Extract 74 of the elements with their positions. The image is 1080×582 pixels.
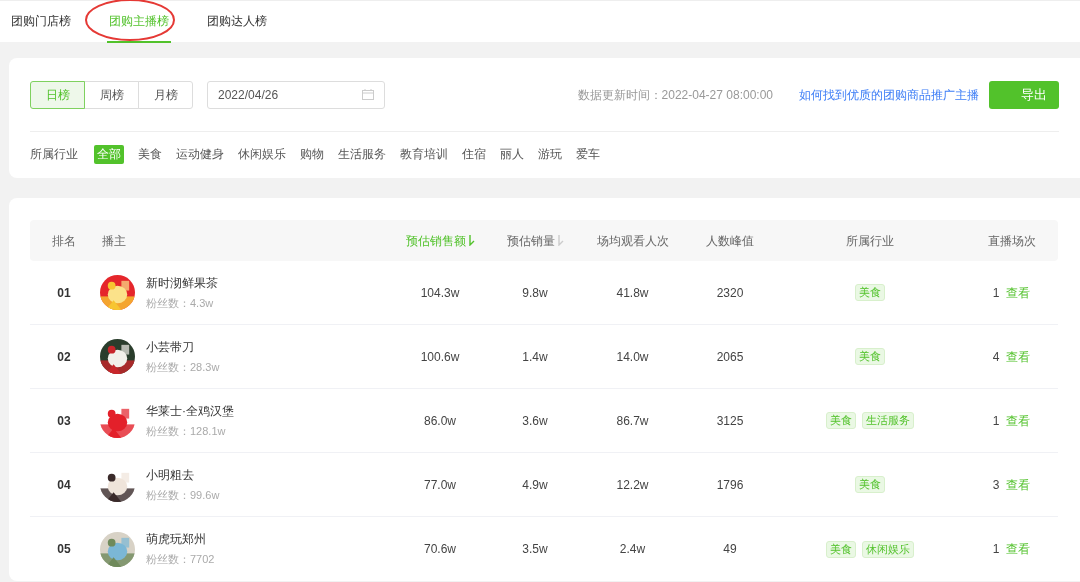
table-cell-text: 12.2w	[615, 476, 650, 494]
filter-label: 所属行业	[30, 146, 78, 163]
rank-number: 02	[56, 348, 72, 366]
anchor-name[interactable]: 小明粗去	[146, 465, 220, 484]
session-count: 1	[992, 284, 1000, 302]
table-cell-text: 3125	[715, 412, 745, 430]
industry-tag: 休闲娱乐	[862, 540, 914, 558]
industry-tag: 美食	[855, 284, 885, 301]
industry-option[interactable]: 购物	[300, 144, 324, 164]
table-cell-text: 2.4w	[618, 541, 647, 558]
column-header: 直播场次	[987, 232, 1036, 250]
table-cell-text: 77.0w	[423, 476, 457, 494]
table-cell-text: 1.4w	[521, 348, 549, 366]
anchor-name[interactable]: 华莱士·全鸡汉堡	[146, 401, 234, 420]
table-cell-text: 49	[722, 541, 738, 558]
fan-count: 粉丝数：28.3w	[146, 359, 220, 375]
table-cell-text: 70.6w	[423, 541, 457, 558]
help-link[interactable]: 如何找到优质的团购商品推广主播	[799, 85, 979, 104]
table-cell-text: 2065	[715, 348, 745, 366]
industry-tag: 美食	[826, 412, 856, 429]
rank-number: 01	[56, 284, 72, 302]
table-cell-text: 3.6w	[521, 412, 549, 430]
date-value: 2022/04/26	[218, 86, 279, 104]
fan-count: 粉丝数：4.3w	[146, 295, 215, 311]
column-header: 场均观看人次	[596, 232, 669, 250]
anchor-name[interactable]: 萌虎玩郑州	[146, 530, 215, 549]
industry-option[interactable]: 休闲娱乐	[238, 144, 286, 164]
column-header: 播主	[102, 232, 126, 250]
session-count: 3	[992, 476, 1000, 494]
anchor-name[interactable]: 新时沏鲜果茶	[146, 273, 218, 292]
rank-number: 04	[56, 476, 72, 494]
industry-option[interactable]: 丽人	[500, 144, 524, 164]
period-tab[interactable]: 周榜	[84, 80, 139, 109]
session-count: 4	[992, 348, 1000, 366]
table-cell-text: 104.3w	[419, 284, 461, 302]
table-cell-text: 41.8w	[615, 284, 650, 302]
column-header: 排名	[52, 232, 76, 250]
industry-option[interactable]: 教育培训	[400, 144, 448, 164]
anchor-name[interactable]: 小芸带刀	[146, 337, 220, 356]
industry-tag: 生活服务	[862, 412, 914, 429]
period-tab[interactable]: 月榜	[138, 80, 193, 109]
column-header: 所属行业	[846, 232, 894, 250]
industry-option[interactable]: 生活服务	[338, 144, 386, 164]
column-header[interactable]: 预估销量	[506, 231, 555, 250]
date-field[interactable]: 2022/04/26	[207, 80, 385, 109]
calendar-icon	[362, 89, 374, 100]
industry-option[interactable]: 住宿	[462, 144, 486, 164]
rank-number: 05	[56, 541, 72, 558]
table-cell-text: 100.6w	[419, 348, 461, 366]
tab[interactable]: 团购达人榜	[205, 0, 269, 43]
table-cell-text: 86.0w	[423, 412, 457, 430]
industry-option[interactable]: 爱车	[576, 144, 600, 164]
table-cell-text: 3.5w	[521, 541, 549, 558]
fan-count: 粉丝数：99.6w	[146, 487, 220, 503]
table-cell-text: 14.0w	[615, 348, 650, 366]
table-cell-text: 4.9w	[521, 476, 549, 494]
fan-count: 粉丝数：7702	[146, 552, 215, 568]
industry-option[interactable]: 美食	[138, 144, 162, 164]
table-cell-text: 2320	[715, 284, 745, 302]
industry-option[interactable]: 运动健身	[176, 144, 224, 164]
industry-option[interactable]: 游玩	[538, 144, 562, 164]
industry-tag: 美食	[855, 476, 885, 493]
session-count: 1	[992, 541, 1000, 558]
rank-number: 03	[56, 412, 72, 430]
table-cell-text: 1796	[715, 476, 745, 494]
industry-tag: 美食	[855, 348, 885, 365]
industry-tag: 美食	[826, 540, 856, 558]
column-header: 人数峰值	[706, 232, 754, 250]
session-count: 1	[992, 412, 1000, 430]
table-cell-text: 86.7w	[615, 412, 650, 430]
tab[interactable]: 团购门店榜	[9, 0, 73, 43]
table-cell-text: 9.8w	[521, 284, 549, 302]
fan-count: 粉丝数：128.1w	[146, 423, 227, 439]
update-time: 数据更新时间：2022-04-27 08:00:00	[577, 86, 773, 104]
